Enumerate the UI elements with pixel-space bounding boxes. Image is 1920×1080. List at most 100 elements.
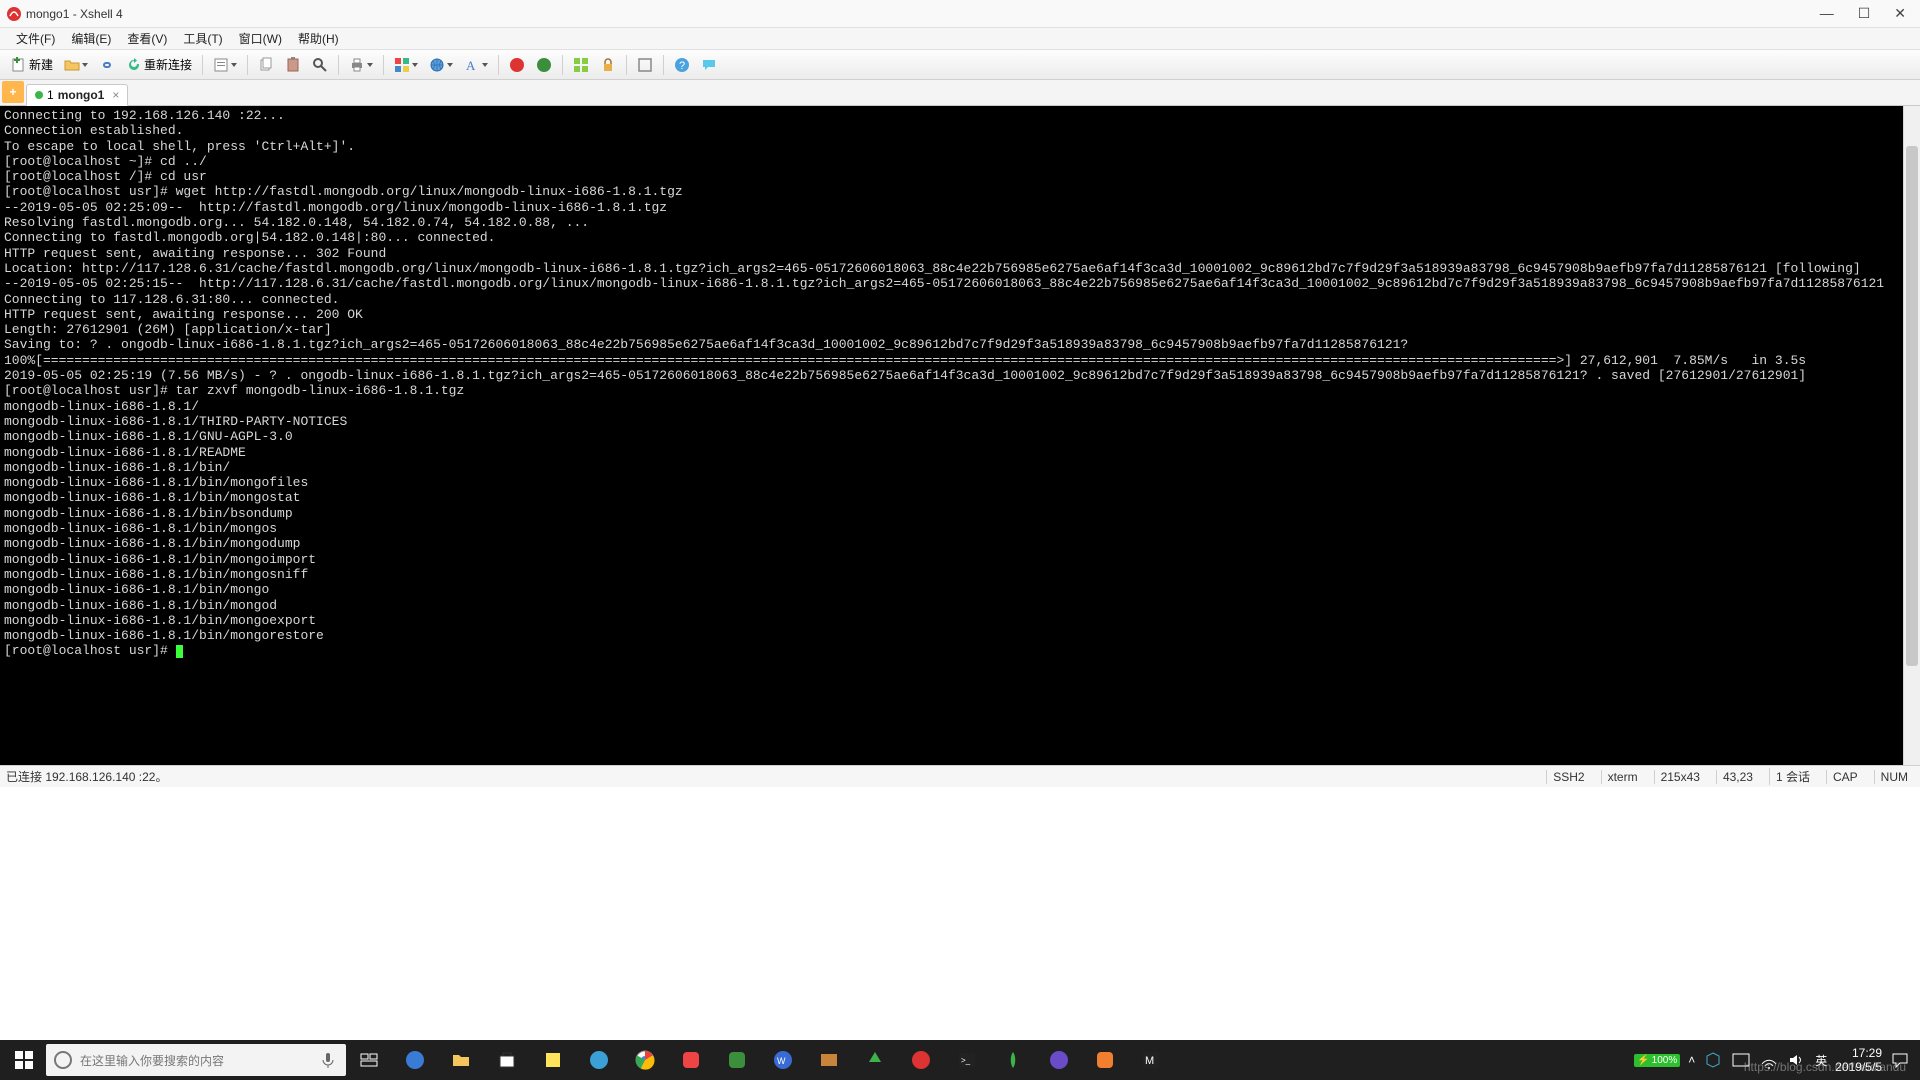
xagent-button[interactable] [504, 53, 530, 77]
store-icon [497, 1050, 517, 1070]
terminal-line: mongodb-linux-i686-1.8.1/bin/mongorestor… [4, 628, 1916, 643]
taskbar-app-8[interactable] [990, 1040, 1036, 1080]
taskbar-store[interactable] [484, 1040, 530, 1080]
start-button[interactable] [4, 1040, 44, 1080]
tile-button[interactable] [568, 53, 594, 77]
fullscreen-icon [637, 57, 653, 73]
action-center-icon[interactable] [1890, 1050, 1910, 1070]
terminal-line: [root@localhost ~]# cd ../ [4, 154, 1916, 169]
taskbar-app-5[interactable] [714, 1040, 760, 1080]
reconnect-label: 重新连接 [144, 56, 192, 73]
taskbar-app-7[interactable] [852, 1040, 898, 1080]
taskbar-app-10[interactable] [1082, 1040, 1128, 1080]
taskbar-clock[interactable]: 17:29 2019/5/5 [1835, 1046, 1882, 1074]
reconnect-icon [126, 57, 142, 73]
tray-chevron-up-icon[interactable]: ˄ [1688, 1053, 1695, 1067]
properties-button[interactable] [208, 53, 242, 77]
task-view-button[interactable] [346, 1040, 392, 1080]
help-button[interactable]: ? [669, 53, 695, 77]
terminal-line: mongodb-linux-i686-1.8.1/README [4, 445, 1916, 460]
wps-icon: W [773, 1050, 793, 1070]
vertical-scrollbar[interactable] [1903, 106, 1920, 765]
ime-lang[interactable]: 英 [1815, 1052, 1827, 1069]
link-button[interactable] [94, 53, 120, 77]
battery-indicator[interactable]: ⚡100% [1634, 1054, 1680, 1067]
taskbar-app-2[interactable] [530, 1040, 576, 1080]
taskbar-chrome[interactable] [622, 1040, 668, 1080]
feedback-button[interactable] [696, 53, 722, 77]
cortana-icon [54, 1051, 72, 1069]
terminal-line: Connection established. [4, 123, 1916, 138]
terminal-line: mongodb-linux-i686-1.8.1/bin/mongodump [4, 536, 1916, 551]
taskbar-app-11[interactable]: M [1128, 1040, 1174, 1080]
menu-help[interactable]: 帮助(H) [290, 28, 347, 49]
chat-icon [701, 57, 717, 73]
taskbar-cmd[interactable]: >_ [944, 1040, 990, 1080]
tab-mongo1[interactable]: 1 mongo1 × [26, 84, 128, 106]
new-session-button[interactable]: 新建 [6, 53, 58, 77]
separator [247, 55, 248, 75]
taskbar-app-1[interactable] [392, 1040, 438, 1080]
tab-close-button[interactable]: × [112, 88, 119, 102]
xftp-button[interactable] [531, 53, 557, 77]
reconnect-button[interactable]: 重新连接 [121, 53, 197, 77]
taskbar-file-explorer[interactable] [438, 1040, 484, 1080]
windows-taskbar: 在这里输入你要搜索的内容 W >_ M ⚡100% ˄ 英 17:29 2019… [0, 1040, 1920, 1080]
tray-cube-icon[interactable] [1703, 1050, 1723, 1070]
copy-button[interactable] [253, 53, 279, 77]
terminal-line: 100%[===================================… [4, 353, 1916, 368]
open-button[interactable] [59, 53, 93, 77]
xftp-icon [536, 57, 552, 73]
print-button[interactable] [344, 53, 378, 77]
taskbar-search[interactable]: 在这里输入你要搜索的内容 [46, 1044, 346, 1076]
paste-button[interactable] [280, 53, 306, 77]
taskbar-wps[interactable]: W [760, 1040, 806, 1080]
minimize-button[interactable]: — [1820, 5, 1834, 22]
separator [663, 55, 664, 75]
ime-icon[interactable] [1731, 1050, 1751, 1070]
new-icon [11, 57, 27, 73]
taskbar-app-6[interactable] [806, 1040, 852, 1080]
terminal-line: mongodb-linux-i686-1.8.1/bin/mongosniff [4, 567, 1916, 582]
taskbar-app-9[interactable] [1036, 1040, 1082, 1080]
tab-index: 1 [47, 88, 54, 102]
terminal-line: --2019-05-05 02:25:15-- http://117.128.6… [4, 276, 1916, 291]
status-connection: 已连接 192.168.126.140 :22。 [6, 768, 167, 785]
terminal-prompt-line: [root@localhost usr]# [4, 643, 1916, 658]
find-button[interactable] [307, 53, 333, 77]
maximize-button[interactable]: ☐ [1858, 5, 1871, 22]
menu-edit[interactable]: 编辑(E) [63, 28, 119, 49]
terminal-cursor [176, 645, 183, 658]
fullscreen-button[interactable] [632, 53, 658, 77]
taskbar-app-3[interactable] [576, 1040, 622, 1080]
terminal-line: mongodb-linux-i686-1.8.1/bin/mongo [4, 582, 1916, 597]
menu-window[interactable]: 窗口(W) [231, 28, 290, 49]
font-icon: A [464, 57, 480, 73]
menubar: 文件(F) 编辑(E) 查看(V) 工具(T) 窗口(W) 帮助(H) [0, 28, 1920, 50]
terminal-line: [root@localhost usr]# wget http://fastdl… [4, 184, 1916, 199]
menu-view[interactable]: 查看(V) [119, 28, 175, 49]
new-tab-button[interactable]: + [2, 81, 24, 103]
terminal[interactable]: Connecting to 192.168.126.140 :22...Conn… [0, 106, 1920, 765]
tab-label: mongo1 [58, 88, 105, 102]
app-icon [819, 1050, 839, 1070]
taskbar-app-4[interactable] [668, 1040, 714, 1080]
terminal-line: Connecting to 192.168.126.140 :22... [4, 108, 1916, 123]
volume-icon[interactable] [1787, 1050, 1807, 1070]
network-icon[interactable] [1759, 1050, 1779, 1070]
color-scheme-button[interactable] [389, 53, 423, 77]
taskbar-xshell[interactable] [898, 1040, 944, 1080]
font-button[interactable]: A [459, 53, 493, 77]
menu-file[interactable]: 文件(F) [8, 28, 63, 49]
tile-icon [573, 57, 589, 73]
app-icon [1095, 1050, 1115, 1070]
status-pos: 43,23 [1716, 770, 1759, 784]
lock-button[interactable] [595, 53, 621, 77]
scrollbar-thumb[interactable] [1906, 146, 1918, 666]
close-button[interactable]: ✕ [1894, 5, 1906, 22]
lock-icon [600, 57, 616, 73]
encoding-button[interactable] [424, 53, 458, 77]
tab-bar: + 1 mongo1 × [0, 80, 1920, 106]
terminal-line: mongodb-linux-i686-1.8.1/bin/bsondump [4, 506, 1916, 521]
menu-tools[interactable]: 工具(T) [175, 28, 230, 49]
